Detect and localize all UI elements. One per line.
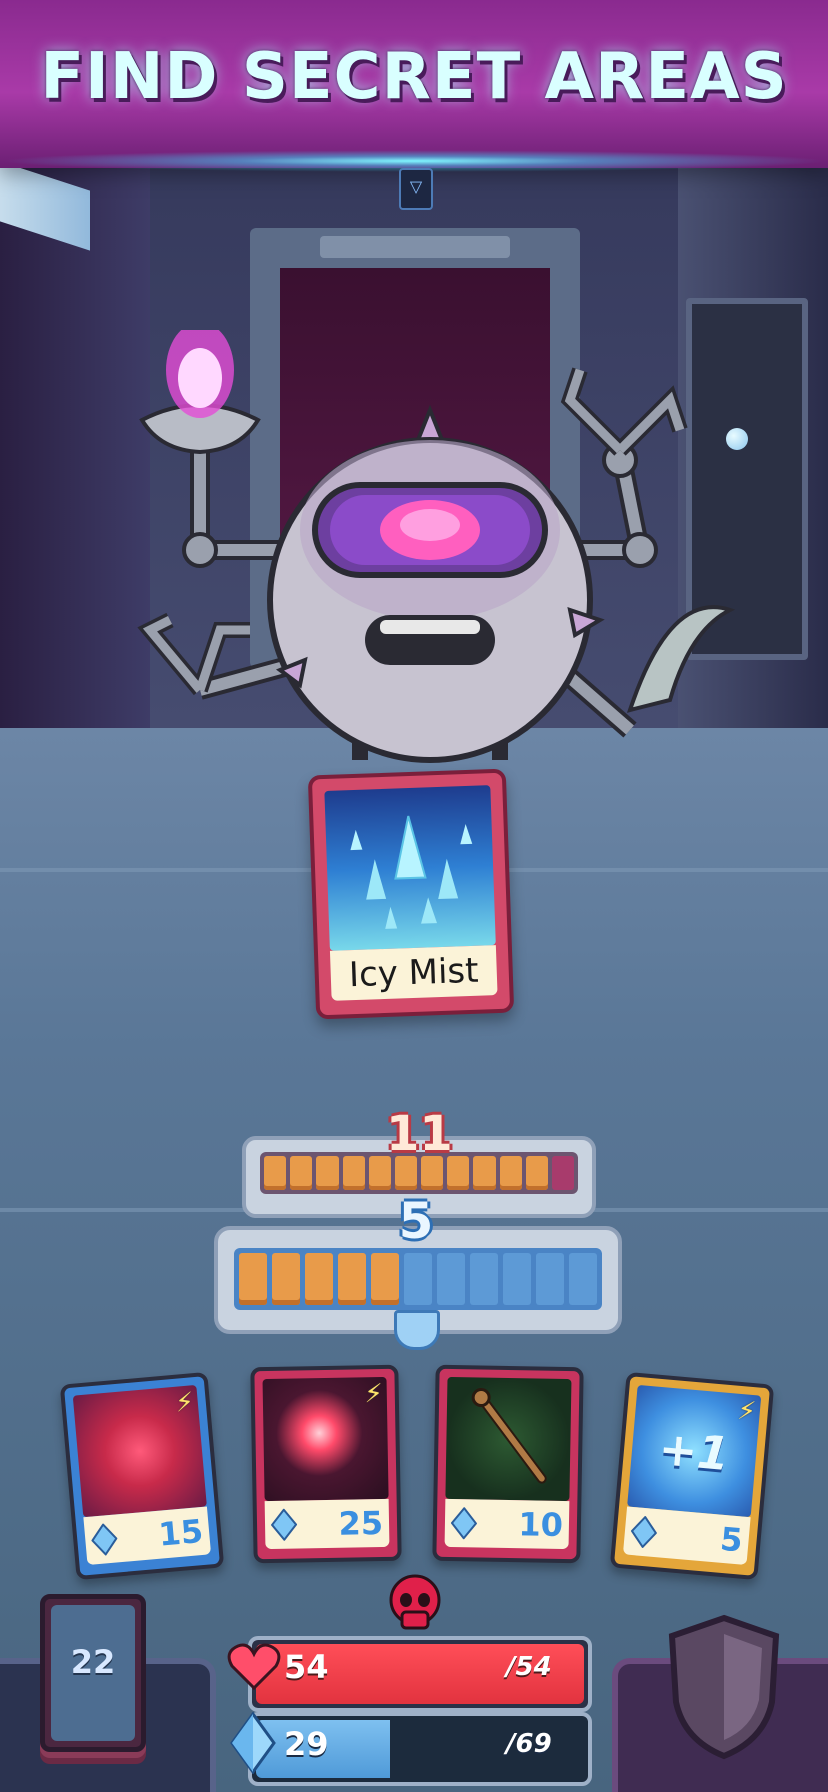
energy-segment-filled: [272, 1253, 300, 1305]
enemy-energy-value: 11: [386, 1106, 453, 1162]
player-energy-value: 5: [398, 1192, 434, 1250]
hand-card-4[interactable]: +1 ⚡ 5: [609, 1371, 775, 1581]
robot-enemy[interactable]: [130, 322, 750, 800]
energy-segment-filled: [473, 1156, 496, 1190]
hand-card-1[interactable]: ⚡ 15: [59, 1371, 225, 1581]
energy-segment-filled: [305, 1253, 333, 1305]
energy-segment-filled: [239, 1253, 267, 1305]
mana-max: /69: [506, 1729, 552, 1759]
icy-mist-art: [324, 785, 496, 951]
energy-segment-filled: [338, 1253, 366, 1305]
promo-banner: FIND SECRET AREAS: [0, 0, 828, 168]
energy-segment-filled: [499, 1156, 522, 1190]
card-cost: 5: [718, 1519, 745, 1560]
sigil-icon: ▽: [399, 168, 433, 210]
draw-pile[interactable]: 22: [40, 1594, 146, 1752]
gem-icon: [270, 1508, 298, 1541]
gem-icon: [230, 1712, 276, 1774]
energy-segment-empty: [569, 1253, 597, 1305]
energy-segment-empty: [551, 1156, 575, 1190]
hand-card-2[interactable]: ⚡ 25: [250, 1364, 402, 1564]
mana-current: 29: [284, 1725, 329, 1763]
gem-icon: [630, 1515, 658, 1549]
shield-marker-icon: [394, 1310, 440, 1350]
heart-icon: [227, 1643, 281, 1691]
health-max: /54: [506, 1652, 552, 1682]
ice-crystals-icon: [350, 815, 473, 929]
player-energy-segments: [234, 1248, 602, 1310]
energy-segment-empty: [503, 1253, 531, 1305]
draw-pile-count: 22: [70, 1643, 116, 1681]
gem-icon: [450, 1507, 478, 1540]
icy-mist-card-name: Icy Mist: [329, 945, 498, 1001]
energy-segment-empty: [470, 1253, 498, 1305]
energy-segment-filled: [264, 1156, 287, 1190]
energy-segment-filled: [525, 1156, 548, 1190]
enemy-played-card[interactable]: Icy Mist: [307, 768, 515, 1020]
door-sign: [320, 236, 510, 258]
health-current: 54: [284, 1648, 329, 1686]
lightning-icon: ⚡: [736, 1395, 758, 1428]
energy-segment-filled: [316, 1156, 339, 1190]
card-cost: 25: [338, 1504, 384, 1543]
hand-card-3[interactable]: 10: [432, 1364, 584, 1564]
energy-segment-empty: [536, 1253, 564, 1305]
energy-segment-empty: [437, 1253, 465, 1305]
skull-icon: [389, 1574, 441, 1630]
lightning-icon: ⚡: [364, 1379, 384, 1410]
ceiling-light: [0, 161, 90, 251]
staff-icon: [471, 1388, 547, 1484]
energy-segment-empty: [404, 1253, 432, 1305]
card-cost: 10: [518, 1505, 564, 1544]
plus-one-label: +1: [656, 1421, 732, 1482]
robot-enemy-sprite: [137, 322, 736, 763]
game-scene: FIND SECRET AREAS ▽ Icy Mist 11 5 ⚡ 15 ⚡…: [0, 0, 828, 1792]
gem-icon: [91, 1522, 118, 1557]
energy-segment-filled: [290, 1156, 313, 1190]
staff-art: [445, 1376, 572, 1502]
lightning-icon: ⚡: [174, 1387, 196, 1419]
shield-icon[interactable]: [664, 1612, 784, 1760]
energy-segment-filled: [371, 1253, 399, 1305]
banner-title: FIND SECRET AREAS: [40, 40, 788, 114]
card-cost: 15: [156, 1511, 205, 1554]
energy-segment-filled: [342, 1156, 365, 1190]
